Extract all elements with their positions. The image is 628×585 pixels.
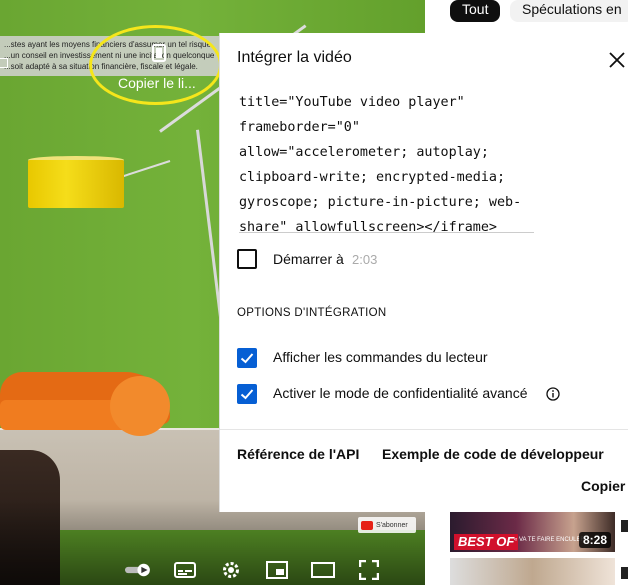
annotation-highlight-circle xyxy=(89,25,222,105)
chip-speculations[interactable]: Spéculations en xyxy=(510,0,628,22)
close-icon[interactable] xyxy=(606,49,628,71)
tabs-divider xyxy=(220,429,628,430)
video-thumbnail[interactable]: BEST OF « VA TE FAIRE ENCULER ! » 8:28 xyxy=(450,510,615,552)
api-reference-link[interactable]: Référence de l'API xyxy=(237,446,359,462)
youtube-logo-icon xyxy=(361,520,373,530)
dialog-title: Intégrer la vidéo xyxy=(237,49,352,66)
lamp-shade xyxy=(28,160,124,208)
sofa-armrest xyxy=(110,376,170,436)
share-arrow-icon[interactable] xyxy=(0,58,8,68)
info-icon[interactable] xyxy=(546,387,560,401)
code-line: clipboard-write; encrypted-media; xyxy=(239,170,506,185)
player-controls xyxy=(125,554,425,585)
settings-gear-icon[interactable] xyxy=(217,559,245,581)
embed-options-heading: OPTIONS D'INTÉGRATION xyxy=(237,307,387,319)
checkmark-icon xyxy=(240,353,254,364)
video-thumbnail-2[interactable] xyxy=(450,558,615,585)
show-controls-label: Afficher les commandes du lecteur xyxy=(273,349,488,365)
thumbnail-badge: BEST OF xyxy=(454,534,519,550)
code-line: gyroscope; picture-in-picture; web- xyxy=(239,195,522,210)
developer-code-sample-link[interactable]: Exemple de code de développeur xyxy=(382,446,604,462)
subscribe-label: S'abonner xyxy=(376,521,408,529)
more-options-icon[interactable] xyxy=(621,520,628,532)
miniplayer-icon[interactable] xyxy=(263,559,291,581)
more-options-icon-2[interactable] xyxy=(621,567,628,579)
start-at-checkbox[interactable] xyxy=(237,249,257,269)
start-at-time: 2:03 xyxy=(352,252,378,267)
fullscreen-icon[interactable] xyxy=(355,559,383,581)
privacy-mode-label: Activer le mode de confidentialité avanc… xyxy=(273,385,528,401)
code-line: allow="accelerometer; autoplay; xyxy=(239,145,489,160)
subtitles-icon[interactable] xyxy=(171,559,199,581)
code-line: title="YouTube video player" xyxy=(239,95,465,110)
code-line: frameborder="0" xyxy=(239,120,360,135)
theater-mode-icon[interactable] xyxy=(309,559,337,581)
chip-all[interactable]: Tout xyxy=(450,0,501,22)
subscribe-watermark[interactable]: S'abonner xyxy=(358,517,416,533)
autoplay-toggle-icon[interactable] xyxy=(125,559,153,581)
copy-button[interactable]: Copier xyxy=(581,478,625,494)
show-controls-checkbox[interactable] xyxy=(237,348,257,368)
video-duration: 8:28 xyxy=(578,532,611,548)
checkmark-icon xyxy=(240,389,254,400)
privacy-mode-checkbox[interactable] xyxy=(237,384,257,404)
embed-video-dialog: Intégrer la vidéo title="YouTube video p… xyxy=(219,33,628,512)
embed-code-textarea[interactable]: title="YouTube video player" frameborder… xyxy=(239,90,534,233)
start-at-label: Démarrer à xyxy=(273,251,344,267)
code-line: share" allowfullscreen></iframe> xyxy=(239,220,497,233)
